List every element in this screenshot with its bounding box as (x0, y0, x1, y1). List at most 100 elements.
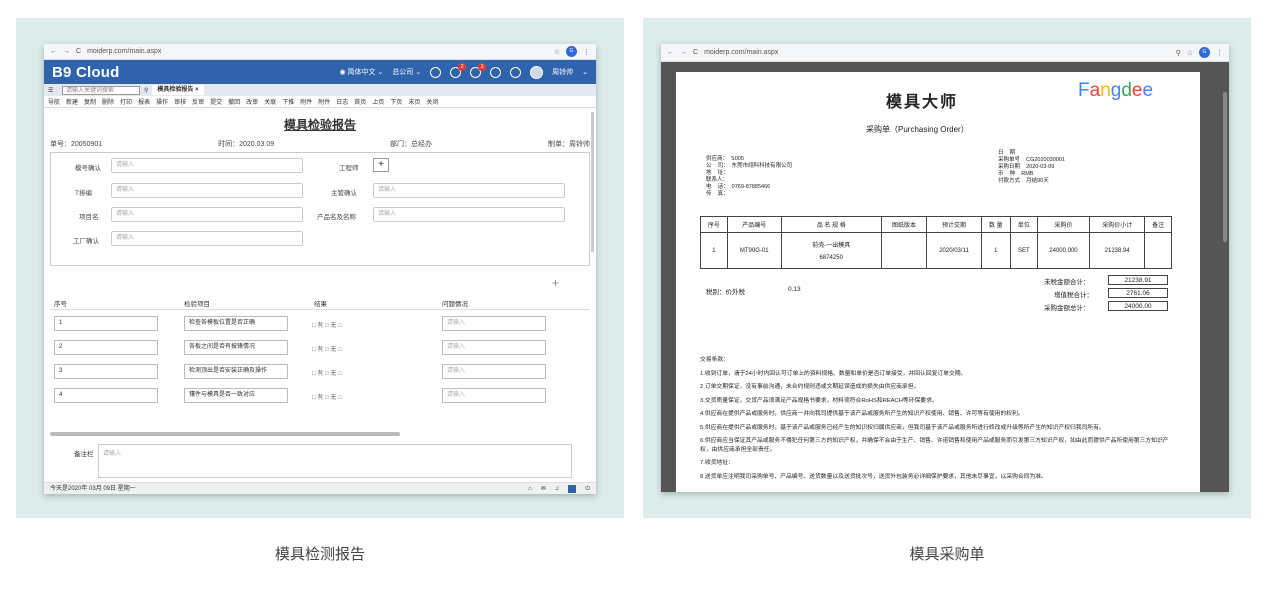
power-icon[interactable]: ⏻ (585, 483, 590, 494)
close-icon[interactable]: × (195, 87, 199, 93)
check-item-input[interactable]: 检查各模板位置是否正确 (184, 316, 288, 331)
result-checkboxes[interactable]: □ 有 □ 无 □ (312, 344, 342, 353)
language-select[interactable]: ◉ 简体中文 ⌄ (339, 67, 383, 77)
tax-rate: 0.13 (788, 286, 801, 293)
menu-icon[interactable]: ⋮ (583, 48, 590, 56)
purchase-order-document: 模具大师 Fangdee 采购单（Purchasing Order） 供应商： … (676, 72, 1200, 492)
toolbar-button[interactable]: 日志 (336, 97, 348, 106)
profile-avatar[interactable]: G (566, 46, 577, 57)
hamburger-icon[interactable]: ☰ (48, 87, 58, 94)
user-avatar[interactable] (530, 65, 544, 79)
drawing-version (880, 232, 928, 269)
tool-icon[interactable]: 2 (450, 62, 467, 78)
row-number-input[interactable]: 2 (54, 340, 158, 355)
toolbar-button[interactable]: 附件 (318, 97, 330, 106)
issue-input[interactable]: 请输入 (442, 364, 546, 379)
result-checkboxes[interactable]: □ 有 □ 无 □ (312, 392, 342, 401)
forward-icon[interactable]: → (680, 49, 687, 56)
check-item-input[interactable]: 镶件与模具是否一致对应 (184, 388, 288, 403)
app-header: B9 Cloud ◉ 简体中文 ⌄ 总公司 ⌄ 2 3 周铃帅 ⌄ (44, 60, 596, 84)
music-icon[interactable]: ♫ (555, 483, 560, 494)
product-name-input[interactable]: 请输入 (373, 207, 565, 222)
toolbar-button[interactable]: 末页 (408, 97, 420, 106)
toolbar-button[interactable]: 关联 (264, 97, 276, 106)
search-input[interactable]: 请输入关键词搜索 (62, 85, 140, 95)
report-number: 单号：20050901 (50, 141, 103, 148)
address-bar[interactable]: moiderp.com/main.aspx (87, 48, 548, 55)
remark-input[interactable]: 请输入 (98, 444, 572, 478)
chat-icon[interactable] (430, 66, 442, 78)
column-header: 序号 (700, 216, 728, 233)
quantity: 1 (980, 232, 1012, 269)
toolbar-button[interactable]: 下页 (390, 97, 402, 106)
mold-confirm-input[interactable]: 请输入 (111, 158, 303, 173)
supervisor-confirm-input[interactable]: 请输入 (373, 183, 565, 198)
toolbar-button[interactable]: 打印 (120, 97, 132, 106)
term-item: 5.供应商在提供产品或服务时，基于该产品或服务已经产生的知识权归属供应商，但我司… (700, 424, 1105, 431)
delivery-date: 2020/03/11 (926, 232, 982, 269)
toolbar-button[interactable]: 首页 (354, 97, 366, 106)
table-row: 1 MT90G-01 前壳-一出模具 6874250 2020/03/11 1 S… (700, 232, 1172, 269)
toolbar-button[interactable]: 下推 (282, 97, 294, 106)
reload-icon[interactable]: C (693, 49, 698, 56)
project-name-input[interactable]: 请输入 (111, 207, 303, 222)
issue-input[interactable]: 请输入 (442, 388, 546, 403)
check-item-input[interactable]: 检测顶出是否安装正确及操作 (184, 364, 288, 379)
add-engineer-button[interactable]: + (373, 158, 389, 172)
star-icon[interactable]: ☆ (1187, 49, 1193, 57)
issue-input[interactable]: 请输入 (442, 340, 546, 355)
t-number-input[interactable]: 请输入 (111, 183, 303, 198)
result-checkboxes[interactable]: □ 有 □ 无 □ (312, 320, 342, 329)
search-icon[interactable]: ⚲ (144, 87, 148, 94)
chevron-down-icon[interactable]: ⌄ (582, 68, 588, 76)
toolbar-button[interactable]: 审核 (174, 97, 186, 106)
tab-bar: ☰ 请输入关键词搜索 ⚲ 模具检验报告 × (44, 84, 596, 96)
toolbar-button[interactable]: 新建 (66, 97, 78, 106)
mail-icon[interactable]: ✉ (541, 483, 546, 494)
back-icon[interactable]: ← (667, 49, 674, 56)
check-item-input[interactable]: 各板之间是否有披锋情况 (184, 340, 288, 355)
issue-input[interactable]: 请输入 (442, 316, 546, 331)
toolbar-button[interactable]: 操作 (156, 97, 168, 106)
row-number-input[interactable]: 4 (54, 388, 158, 403)
remark (1144, 232, 1172, 269)
toolbar-button[interactable]: 复制 (84, 97, 96, 106)
toolbar-button[interactable]: 上页 (372, 97, 384, 106)
play-icon[interactable] (490, 66, 502, 78)
tab-inspection-report[interactable]: 模具检验报告 × (152, 85, 204, 95)
factory-confirm-input[interactable]: 请输入 (111, 231, 303, 246)
back-icon[interactable]: ← (50, 48, 57, 55)
notification-badge: 3 (478, 62, 487, 71)
help-icon[interactable] (510, 66, 522, 78)
window-icon[interactable] (568, 485, 577, 493)
user-name[interactable]: 周铃帅 (552, 67, 573, 77)
address-bar[interactable]: moiderp.com/main.aspx (704, 49, 1170, 56)
bell-icon[interactable]: 3 (470, 62, 487, 78)
company-select[interactable]: 总公司 ⌄ (392, 67, 421, 77)
star-icon[interactable]: ☆ (554, 48, 560, 56)
total-label: 未税金额合计： (1044, 279, 1090, 286)
forward-icon[interactable]: → (63, 48, 70, 55)
toolbar-button[interactable]: 附件 (300, 97, 312, 106)
toolbar-button[interactable]: 删除 (102, 97, 114, 106)
row-number-input[interactable]: 1 (54, 316, 158, 331)
profile-avatar[interactable]: G (1199, 47, 1210, 58)
toolbar-button[interactable]: 导航 (48, 97, 60, 106)
add-row-button[interactable]: + (552, 276, 559, 290)
vertical-scrollbar[interactable] (1223, 92, 1227, 242)
status-bar: 今天是2020年 03月 09日 星期一 ⌂ ✉ ♫ ⏻ (44, 482, 596, 494)
reload-icon[interactable]: C (76, 48, 81, 55)
toolbar-button[interactable]: 撤回 (228, 97, 240, 106)
toolbar-button[interactable]: 反审 (192, 97, 204, 106)
result-checkboxes[interactable]: □ 有 □ 无 □ (312, 368, 342, 377)
horizontal-scrollbar[interactable] (50, 432, 400, 436)
toolbar-button[interactable]: 提交 (210, 97, 222, 106)
toolbar-button[interactable]: 关闭 (426, 97, 438, 106)
toolbar-button[interactable]: 改审 (246, 97, 258, 106)
home-icon[interactable]: ⌂ (528, 483, 532, 494)
toolbar-button[interactable]: 报表 (138, 97, 150, 106)
zoom-icon[interactable]: ⚲ (1176, 49, 1181, 57)
row-number-input[interactable]: 3 (54, 364, 158, 379)
menu-icon[interactable]: ⋮ (1216, 49, 1223, 57)
vertical-scrollbar[interactable] (591, 112, 594, 252)
